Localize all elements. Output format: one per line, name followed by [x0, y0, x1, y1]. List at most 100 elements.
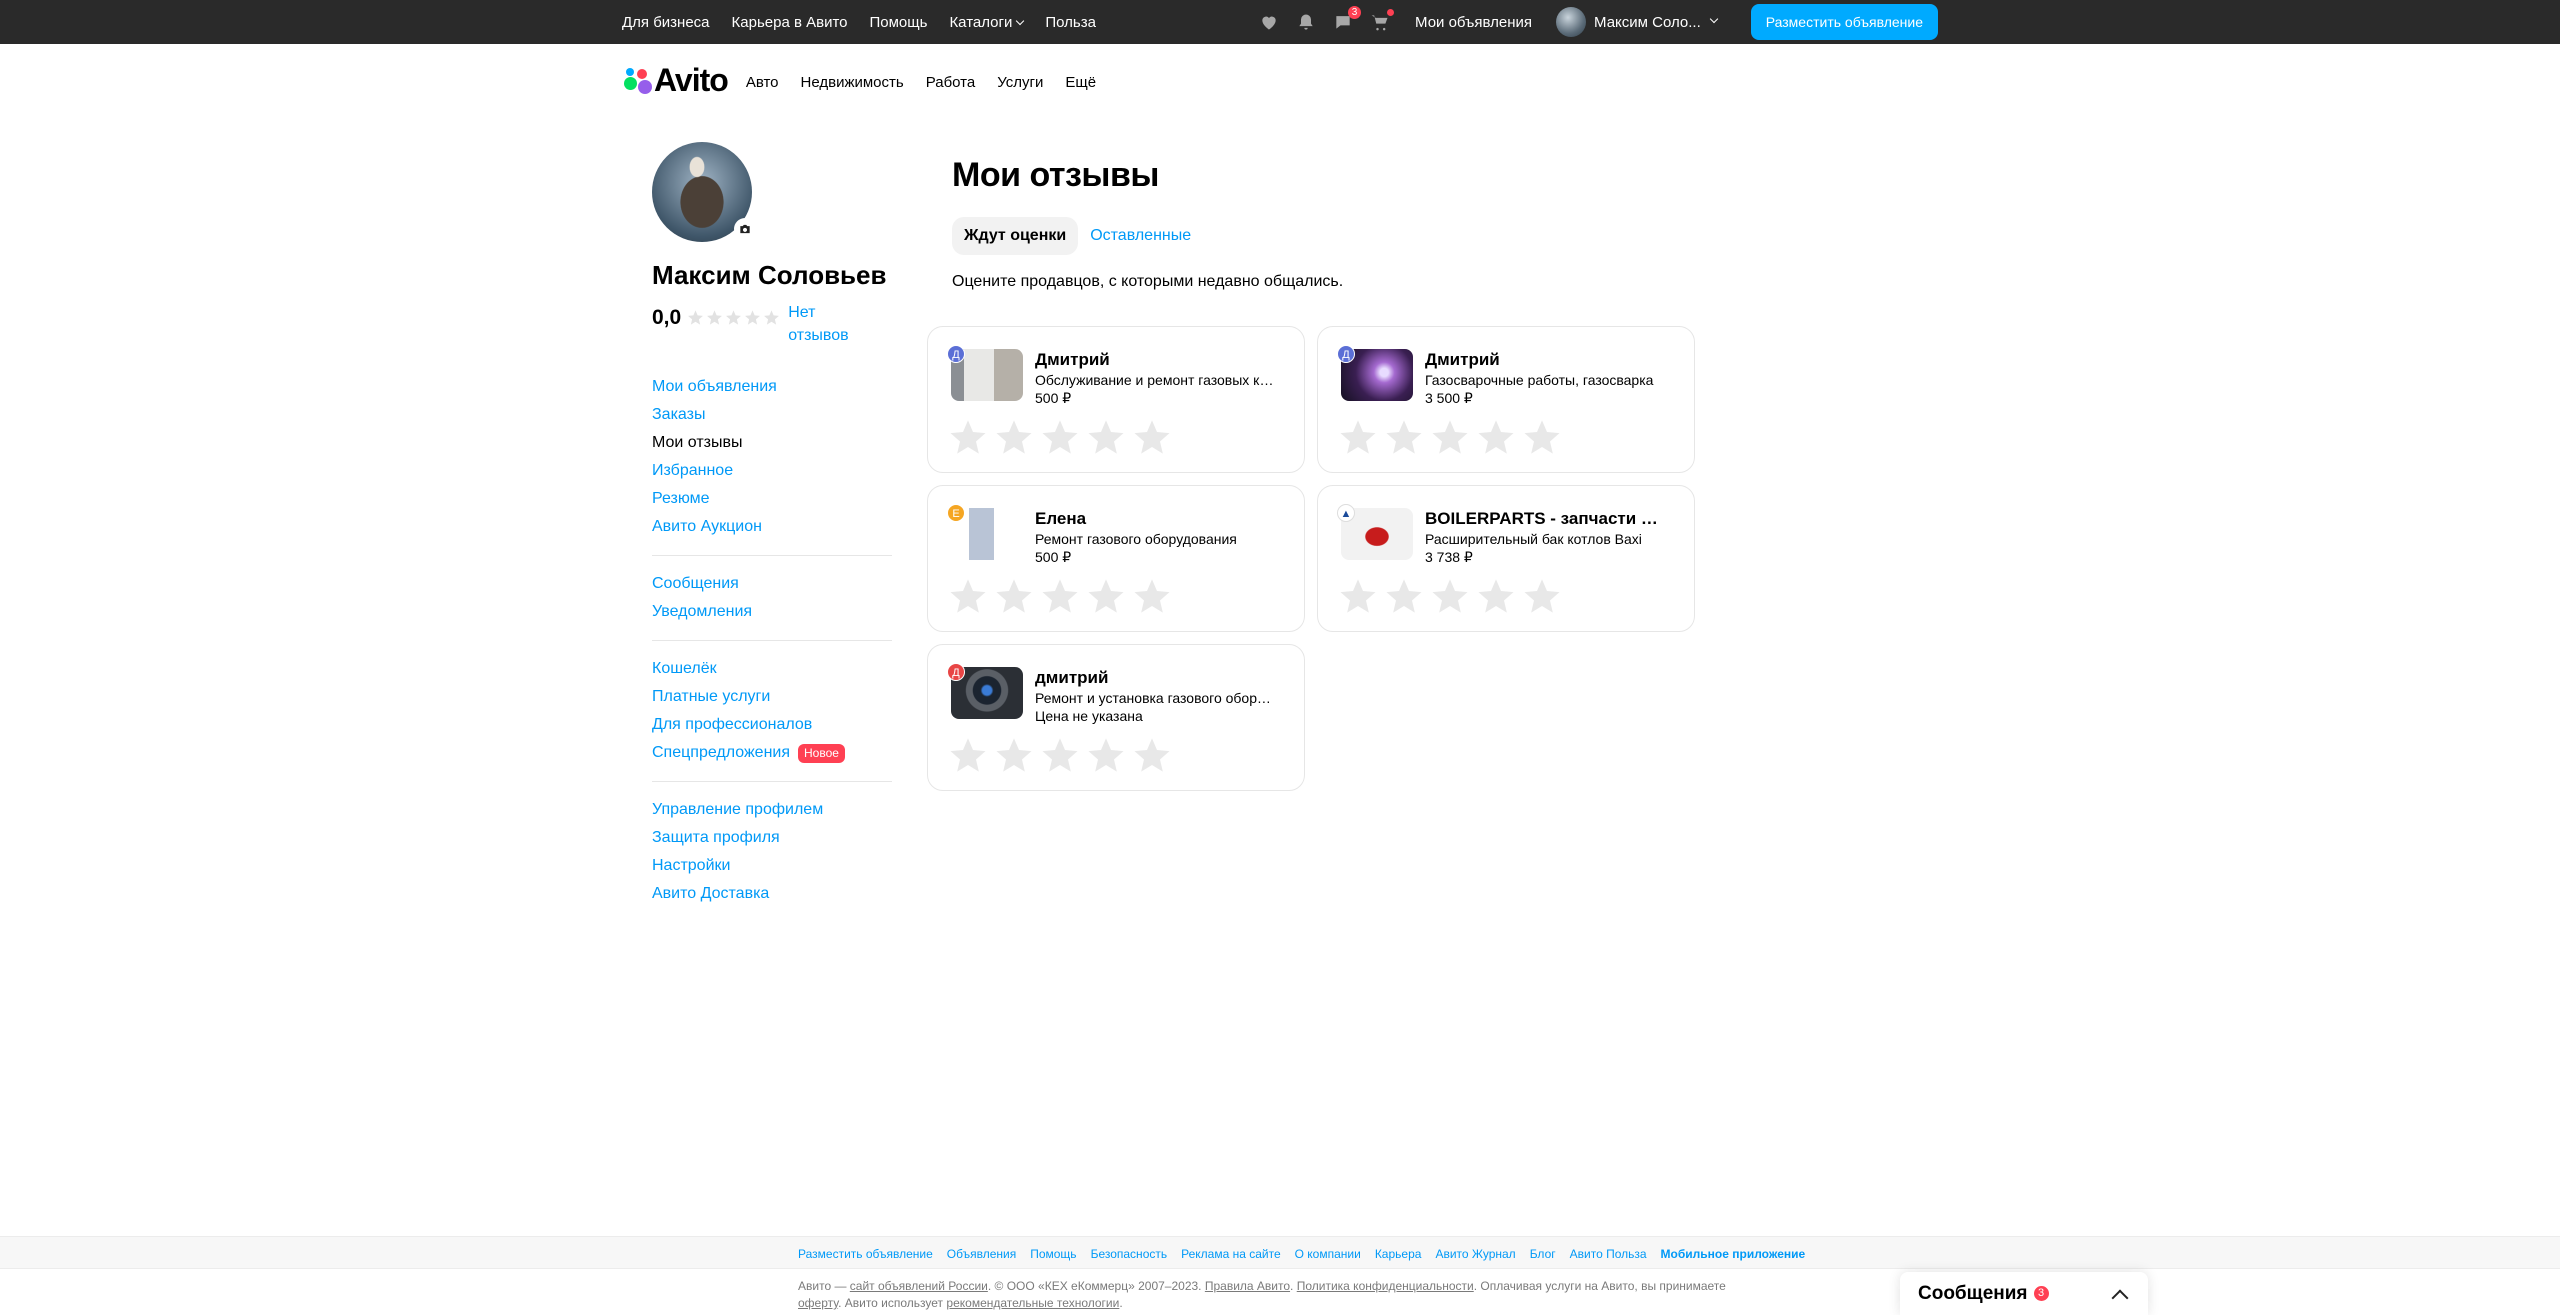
tab-left[interactable]: Оставленные	[1078, 217, 1203, 255]
profile-avatar[interactable]	[652, 142, 756, 242]
menu-profile-management[interactable]: Управление профилем	[652, 796, 892, 824]
footer-link[interactable]: Объявления	[947, 1247, 1016, 1261]
seller-name[interactable]: Елена	[1035, 509, 1275, 529]
menu-special-offers[interactable]: Спецпредложения Новое	[652, 739, 892, 767]
legal-tech-link[interactable]: рекомендательные технологии	[946, 1296, 1119, 1310]
nav-auto[interactable]: Авто	[746, 74, 779, 91]
main-nav: Авто Недвижимость Работа Услуги Ещё	[746, 74, 1096, 91]
nav-more[interactable]: Ещё	[1065, 74, 1096, 91]
top-link-business[interactable]: Для бизнеса	[622, 14, 710, 31]
top-bar: Для бизнеса Карьера в Авито Помощь Катал…	[0, 0, 2560, 44]
rate-star-1[interactable]	[1338, 417, 1378, 457]
menu-notifications[interactable]: Уведомления	[652, 598, 892, 626]
rate-star-3[interactable]	[1040, 417, 1080, 457]
rate-star-4[interactable]	[1086, 417, 1126, 457]
legal-offer-link[interactable]: оферту	[798, 1296, 838, 1310]
messages-chat-icon[interactable]: 3	[1331, 6, 1362, 34]
rate-star-1[interactable]	[948, 417, 988, 457]
seller-name[interactable]: Дмитрий	[1425, 350, 1665, 370]
seller-name[interactable]: BOILERPARTS - запчасти для котлов	[1425, 509, 1665, 529]
no-reviews-link[interactable]: Нет отзывов	[788, 301, 858, 347]
rate-star-5[interactable]	[1132, 417, 1172, 457]
review-tabs: Ждут оценки Оставленные	[952, 217, 1692, 255]
rate-star-3[interactable]	[1040, 576, 1080, 616]
nav-realty[interactable]: Недвижимость	[801, 74, 904, 91]
messenger-badge: 3	[2033, 1286, 2049, 1301]
top-my-ads-link[interactable]: Мои объявления	[1415, 14, 1532, 31]
menu-delivery[interactable]: Авито Доставка	[652, 880, 892, 908]
nav-services[interactable]: Услуги	[997, 74, 1043, 91]
footer-link[interactable]: Карьера	[1375, 1247, 1422, 1261]
top-link-help[interactable]: Помощь	[870, 14, 928, 31]
messenger-widget[interactable]: Сообщения 3	[1900, 1272, 2148, 1315]
avito-logo[interactable]: Avito	[622, 62, 729, 99]
legal-text: Авито — сайт объявлений России. © ООО «К…	[798, 1279, 1726, 1310]
rate-star-4[interactable]	[1086, 576, 1126, 616]
menu-group-settings: Управление профилем Защита профиля Настр…	[652, 781, 892, 908]
rate-star-3[interactable]	[1040, 735, 1080, 775]
tab-waiting[interactable]: Ждут оценки	[952, 217, 1079, 255]
footer-link[interactable]: Помощь	[1030, 1247, 1076, 1261]
footer-link-mobile-app[interactable]: Мобильное приложение	[1661, 1247, 1806, 1261]
top-link-catalogs-label: Каталоги	[949, 13, 1013, 31]
rate-star-4[interactable]	[1476, 417, 1516, 457]
legal-site-link[interactable]: сайт объявлений России	[850, 1279, 988, 1293]
rate-star-4[interactable]	[1086, 735, 1126, 775]
menu-favorites[interactable]: Избранное	[652, 457, 892, 485]
rate-star-5[interactable]	[1132, 735, 1172, 775]
menu-resume[interactable]: Резюме	[652, 485, 892, 513]
chevron-down-icon	[1709, 14, 1718, 24]
rate-star-4[interactable]	[1476, 576, 1516, 616]
menu-for-pros[interactable]: Для профессионалов	[652, 711, 892, 739]
menu-group-wallet: Кошелёк Платные услуги Для профессионало…	[652, 640, 892, 767]
menu-wallet[interactable]: Кошелёк	[652, 655, 892, 683]
rate-star-1[interactable]	[948, 735, 988, 775]
rate-star-5[interactable]	[1132, 576, 1172, 616]
rate-star-5[interactable]	[1522, 576, 1562, 616]
notifications-bell-icon[interactable]	[1294, 10, 1318, 34]
rate-star-1[interactable]	[1338, 576, 1378, 616]
top-link-career[interactable]: Карьера в Авито	[732, 14, 848, 31]
menu-my-ads[interactable]: Мои объявления	[652, 373, 892, 401]
listing-price: Цена не указана	[1035, 708, 1143, 724]
rate-star-3[interactable]	[1430, 576, 1470, 616]
footer-link[interactable]: Блог	[1530, 1247, 1556, 1261]
menu-messages[interactable]: Сообщения	[652, 570, 892, 598]
new-badge: Новое	[798, 743, 845, 763]
rate-star-3[interactable]	[1430, 417, 1470, 457]
star-icon	[688, 310, 704, 325]
nav-jobs[interactable]: Работа	[926, 74, 976, 91]
menu-paid-services[interactable]: Платные услуги	[652, 683, 892, 711]
rate-star-1[interactable]	[948, 576, 988, 616]
top-link-benefit[interactable]: Польза	[1045, 14, 1096, 31]
legal-rules-link[interactable]: Правила Авито	[1205, 1279, 1290, 1293]
top-link-catalogs[interactable]: Каталоги	[949, 13, 1025, 31]
menu-settings[interactable]: Настройки	[652, 852, 892, 880]
footer-link[interactable]: Разместить объявление	[798, 1247, 933, 1261]
reviews-main: Мои отзывы Ждут оценки Оставленные Оцени…	[927, 156, 1695, 791]
rate-star-5[interactable]	[1522, 417, 1562, 457]
menu-my-reviews[interactable]: Мои отзывы	[652, 429, 892, 457]
footer-link[interactable]: О компании	[1295, 1247, 1361, 1261]
footer-link[interactable]: Реклама на сайте	[1181, 1247, 1281, 1261]
rate-star-2[interactable]	[1384, 417, 1424, 457]
rate-star-2[interactable]	[994, 417, 1034, 457]
seller-name[interactable]: Дмитрий	[1035, 350, 1275, 370]
cart-icon[interactable]	[1368, 9, 1395, 34]
footer-link[interactable]: Авито Журнал	[1435, 1247, 1515, 1261]
legal-policy-link[interactable]: Политика конфиденциальности	[1297, 1279, 1474, 1293]
seller-name[interactable]: дмитрий	[1035, 668, 1275, 688]
user-menu[interactable]: Максим Соло...	[1556, 7, 1718, 37]
menu-orders[interactable]: Заказы	[652, 401, 892, 429]
favorites-heart-icon[interactable]	[1257, 10, 1281, 34]
post-ad-button[interactable]: Разместить объявление	[1750, 4, 1938, 40]
menu-auction[interactable]: Авито Аукцион	[652, 513, 892, 541]
footer-link[interactable]: Авито Польза	[1570, 1247, 1647, 1261]
footer-link[interactable]: Безопасность	[1091, 1247, 1168, 1261]
rate-star-2[interactable]	[1384, 576, 1424, 616]
menu-profile-protection[interactable]: Защита профиля	[652, 824, 892, 852]
chevron-up-icon[interactable]	[2111, 1289, 2129, 1306]
rate-star-2[interactable]	[994, 576, 1034, 616]
rate-star-2[interactable]	[994, 735, 1034, 775]
camera-icon[interactable]	[734, 218, 756, 240]
